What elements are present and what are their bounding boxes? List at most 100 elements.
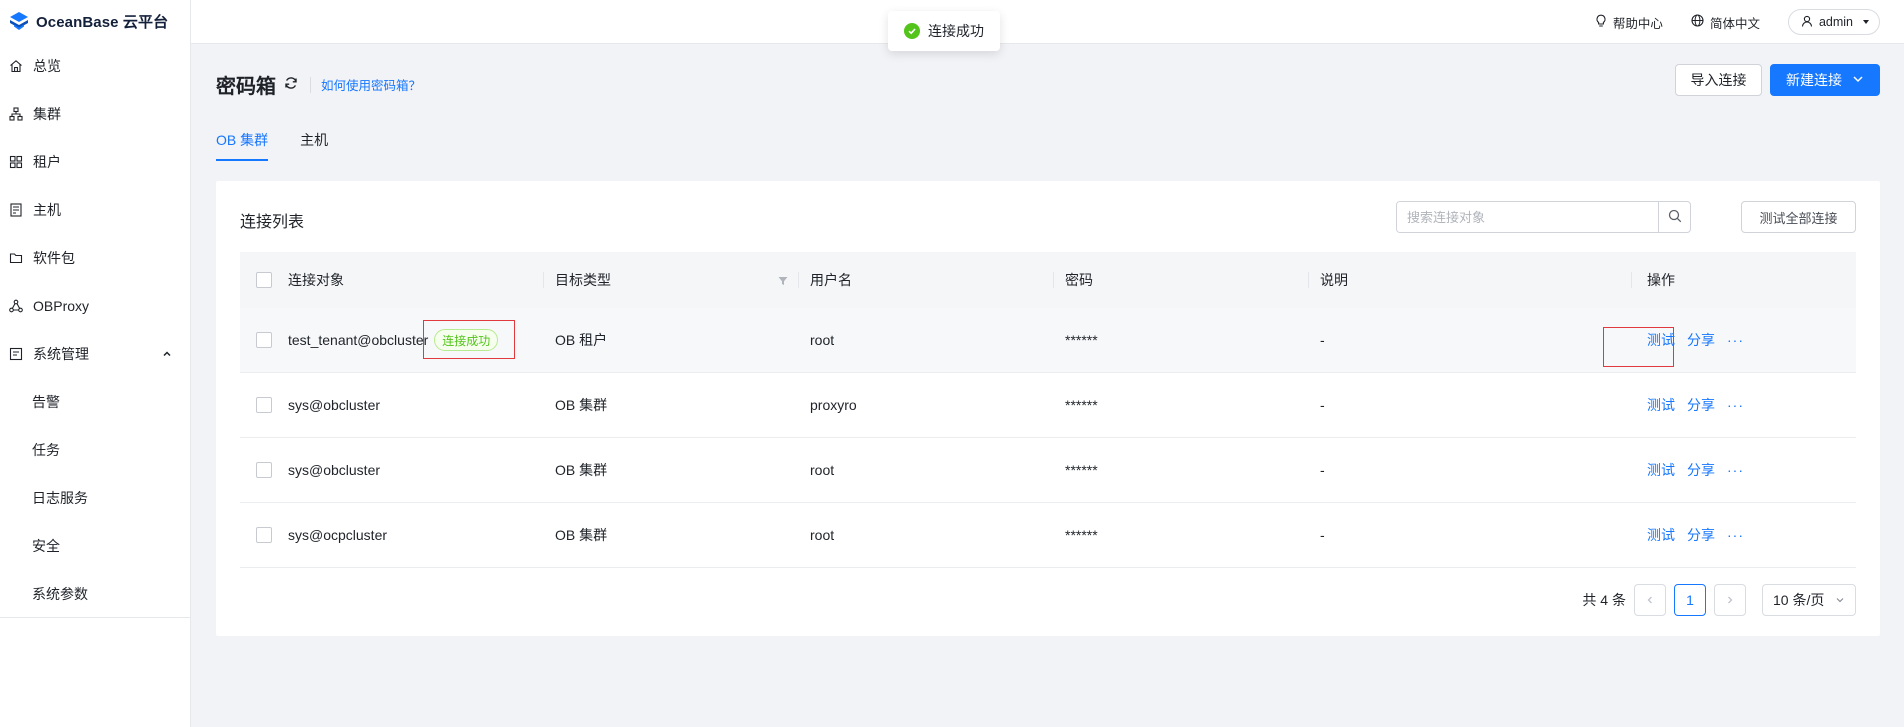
- table-row: sys@ocpcluster OB 集群 root ****** - 测试 分享…: [240, 503, 1856, 568]
- actions-cell: 测试 分享 ···: [1631, 308, 1856, 372]
- sidebar-item-overview[interactable]: 总览: [0, 42, 190, 90]
- share-connection-link[interactable]: 分享: [1687, 395, 1715, 415]
- sidebar-item-label: 系统管理: [33, 346, 89, 362]
- username-cell: root: [810, 462, 835, 478]
- next-page-button[interactable]: [1714, 584, 1746, 616]
- share-connection-link[interactable]: 分享: [1687, 460, 1715, 480]
- share-connection-link[interactable]: 分享: [1687, 525, 1715, 545]
- row-checkbox[interactable]: [256, 397, 272, 413]
- actions-cell: 测试 分享 ···: [1631, 438, 1856, 502]
- sidebar-item-system[interactable]: 系统管理: [0, 330, 190, 378]
- column-header-actions: 操作: [1631, 252, 1856, 308]
- row-checkbox-cell: [240, 438, 288, 502]
- test-connection-link[interactable]: 测试: [1647, 525, 1675, 545]
- column-header-description: 说明: [1308, 252, 1631, 308]
- share-connection-link[interactable]: 分享: [1687, 330, 1715, 350]
- sidebar-subitem-log-service[interactable]: 日志服务: [0, 474, 190, 522]
- cluster-icon: [8, 106, 24, 122]
- sidebar-item-tenant[interactable]: 租户: [0, 138, 190, 186]
- search-input[interactable]: [1397, 202, 1658, 232]
- sidebar-subitem-security[interactable]: 安全: [0, 522, 190, 570]
- sidebar-subitem-system-params[interactable]: 系统参数: [0, 570, 190, 618]
- more-icon[interactable]: ···: [1727, 527, 1744, 543]
- pagination: 共 4 条 1 10 条/页: [1582, 584, 1856, 616]
- username-label: admin: [1818, 15, 1853, 29]
- connection-table: 连接对象 目标类型 用户名 密码 说明 操作 test_tenant@obclu…: [240, 252, 1856, 568]
- help-center-link[interactable]: 帮助中心: [1595, 13, 1663, 32]
- table-row: sys@obcluster OB 集群 root ****** - 测试 分享 …: [240, 438, 1856, 503]
- more-icon[interactable]: ···: [1727, 397, 1744, 413]
- sidebar-item-label: 软件包: [33, 250, 75, 266]
- header-actions: 帮助中心 简体中文 admin: [1595, 0, 1880, 44]
- description-cell: -: [1320, 462, 1325, 478]
- card-title: 连接列表: [240, 214, 305, 231]
- sidebar-subitem-task[interactable]: 任务: [0, 426, 190, 474]
- connection-list-card: 连接列表 测试全部连接 连接对象 目标类型 用户名 密码 说明 操作: [216, 181, 1880, 636]
- connection-object: sys@ocpcluster: [288, 527, 388, 543]
- column-header-object: 连接对象: [288, 272, 344, 288]
- sidebar-item-package[interactable]: 软件包: [0, 234, 190, 282]
- sidebar-item-label: 租户: [33, 154, 61, 170]
- target-type-cell: OB 集群: [555, 462, 608, 478]
- filter-icon[interactable]: [778, 273, 788, 289]
- sidebar-item-host[interactable]: 主机: [0, 186, 190, 234]
- row-checkbox[interactable]: [256, 332, 272, 348]
- test-connection-link[interactable]: 测试: [1647, 330, 1675, 350]
- test-all-connections-button[interactable]: 测试全部连接: [1741, 201, 1856, 233]
- tab-host[interactable]: 主机: [300, 130, 328, 161]
- globe-icon: [1691, 14, 1704, 30]
- username-cell: root: [810, 527, 835, 543]
- tab-ob-cluster[interactable]: OB 集群: [216, 130, 269, 161]
- help-center-label: 帮助中心: [1612, 16, 1663, 31]
- table-header: 连接对象 目标类型 用户名 密码 说明 操作: [240, 252, 1856, 308]
- toast-message: 连接成功: [928, 23, 984, 39]
- row-checkbox-cell: [240, 373, 288, 437]
- check-circle-icon: [904, 23, 920, 39]
- test-connection-link[interactable]: 测试: [1647, 460, 1675, 480]
- chevron-up-icon[interactable]: [162, 346, 172, 362]
- select-all-checkbox[interactable]: [256, 272, 272, 288]
- table-row: test_tenant@obcluster 连接成功 OB 租户 root **…: [240, 308, 1856, 373]
- row-checkbox-cell: [240, 308, 288, 372]
- page-size-select[interactable]: 10 条/页: [1762, 584, 1856, 616]
- row-checkbox[interactable]: [256, 527, 272, 543]
- search-button[interactable]: [1658, 202, 1690, 232]
- test-connection-link[interactable]: 测试: [1647, 395, 1675, 415]
- sidebar-item-label: 主机: [33, 202, 61, 218]
- import-connection-button[interactable]: 导入连接: [1675, 64, 1762, 96]
- user-icon: [1801, 15, 1813, 30]
- sidebar-item-obproxy[interactable]: OBProxy: [0, 282, 190, 330]
- prev-page-button[interactable]: [1634, 584, 1666, 616]
- system-submenu: 告警 任务 日志服务 安全 系统参数: [0, 378, 190, 618]
- page-title: 密码箱: [216, 76, 276, 98]
- sidebar-divider: [0, 617, 190, 618]
- sidebar: OceanBase 云平台 总览 集群 租户 主机 软件包 OBProxy 系统…: [0, 0, 191, 727]
- password-cell: ******: [1065, 332, 1098, 348]
- system-icon: [8, 346, 24, 362]
- chevron-down-icon: [1852, 72, 1864, 88]
- search-icon: [1668, 209, 1682, 226]
- connection-object: sys@obcluster: [288, 462, 381, 478]
- chevron-left-icon: [1645, 592, 1655, 608]
- page-button-current[interactable]: 1: [1674, 584, 1706, 616]
- target-type-cell: OB 集群: [555, 397, 608, 413]
- sidebar-item-cluster[interactable]: 集群: [0, 90, 190, 138]
- new-connection-label: 新建连接: [1786, 72, 1842, 88]
- refresh-icon[interactable]: [284, 76, 298, 93]
- column-header-password: 密码: [1053, 252, 1308, 308]
- new-connection-button[interactable]: 新建连接: [1770, 64, 1880, 96]
- sidebar-subitem-alarm[interactable]: 告警: [0, 378, 190, 426]
- more-icon[interactable]: ···: [1727, 332, 1744, 348]
- user-menu-button[interactable]: admin: [1787, 9, 1880, 35]
- language-label: 简体中文: [1709, 16, 1760, 31]
- chevron-right-icon: [1725, 592, 1735, 608]
- row-checkbox[interactable]: [256, 462, 272, 478]
- tabs: OB 集群 主机: [216, 130, 328, 161]
- username-cell: proxyro: [810, 397, 857, 413]
- password-cell: ******: [1065, 462, 1098, 478]
- language-switch[interactable]: 简体中文: [1691, 13, 1760, 32]
- logo[interactable]: OceanBase 云平台: [0, 0, 190, 42]
- more-icon[interactable]: ···: [1727, 462, 1744, 478]
- brand-name: OceanBase 云平台: [36, 13, 169, 31]
- vault-help-link[interactable]: 如何使用密码箱？: [321, 75, 421, 94]
